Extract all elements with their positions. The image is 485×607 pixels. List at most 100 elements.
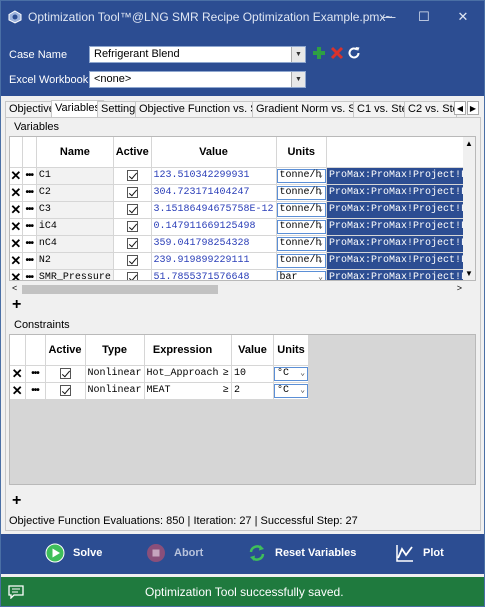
reset-variables-button[interactable]: Reset Variables (247, 543, 356, 563)
more-options-icon[interactable]: ••• (22, 252, 37, 270)
constraint-expression[interactable]: Hot_Approach (144, 365, 221, 383)
tab-scroll-right-icon[interactable]: ▶ (467, 101, 479, 115)
checkbox-checked[interactable] (126, 204, 138, 216)
checkbox-checked[interactable] (126, 255, 138, 267)
variable-row[interactable]: ✕ ••• C1 123.510342299931 tonne/h ⌄ ProMax:Pro… (10, 167, 475, 185)
constraint-units-select[interactable]: °C ⌄ (273, 382, 310, 400)
chevron-down-icon[interactable]: ⌄ (300, 368, 305, 378)
variable-row[interactable]: ✕ ••• SMR_Pressure 51.7855371576648 bar ⌄ ProM… (10, 269, 475, 281)
column-header-expression[interactable]: Expression (144, 335, 221, 366)
constraint-value[interactable]: 2 (231, 382, 275, 400)
column-header-type[interactable]: Type (85, 335, 145, 366)
solve-button[interactable]: Solve (45, 543, 102, 563)
scroll-left-icon[interactable]: < (12, 283, 17, 293)
variable-units-select[interactable]: tonne/h ⌄ (276, 218, 327, 236)
minimize-button[interactable]: — (371, 1, 407, 32)
variable-units-select[interactable]: tonne/h ⌄ (276, 252, 327, 270)
column-header-value[interactable]: Value (151, 137, 277, 168)
constraint-type[interactable]: Nonlinear (85, 365, 145, 383)
variable-row[interactable]: ✕ ••• C2 304.723171404247 tonne/h ⌄ ProMax:Pro… (10, 184, 475, 202)
constraint-value[interactable]: 10 (231, 365, 275, 383)
variable-row[interactable]: ✕ ••• nC4 359.041798254328 tonne/h ⌄ ProMax:Pr… (10, 235, 475, 253)
variable-units-select[interactable]: tonne/h ⌄ (276, 184, 327, 202)
constraint-active-checkbox[interactable] (45, 365, 86, 383)
add-variable-button[interactable]: + (12, 296, 21, 314)
checkbox-checked[interactable] (126, 221, 138, 233)
refresh-icon[interactable] (347, 46, 361, 60)
excel-workbook-combo[interactable]: <none> ▼ (89, 71, 306, 88)
delete-row-icon[interactable]: ✕ (10, 269, 23, 280)
case-name-combo[interactable]: Refrigerant Blend ▼ (89, 46, 306, 63)
constraint-row[interactable]: ✕ ••• Nonlinear MEAT ≥2 °C ⌄ (10, 382, 310, 400)
chevron-down-icon[interactable]: ⌄ (318, 187, 323, 197)
variable-row[interactable]: ✕ ••• N2 239.919899229111 tonne/h ⌄ ProMax:Pro… (10, 252, 475, 270)
chevron-down-icon[interactable]: ⌄ (300, 385, 305, 395)
variable-active-checkbox[interactable] (113, 201, 152, 219)
column-header-active[interactable]: Active (45, 335, 86, 366)
delete-case-icon[interactable] (330, 46, 344, 60)
chevron-down-icon[interactable]: ▼ (291, 72, 305, 87)
tab-c2-vs-step[interactable]: C2 vs. Step (404, 101, 457, 117)
delete-row-icon[interactable]: ✕ (10, 201, 23, 219)
variable-active-checkbox[interactable] (113, 252, 152, 270)
variable-value[interactable]: 3.15186494675758E-12 (151, 201, 277, 219)
add-constraint-button[interactable]: + (12, 492, 21, 510)
scroll-right-icon[interactable]: > (457, 283, 462, 293)
variable-value[interactable]: 359.041798254328 (151, 235, 277, 253)
variable-active-checkbox[interactable] (113, 269, 152, 280)
checkbox-checked[interactable] (126, 170, 138, 182)
scrollbar-thumb[interactable] (22, 285, 218, 294)
variable-units-select[interactable]: tonne/h ⌄ (276, 201, 327, 219)
variable-units-select[interactable]: bar ⌄ (276, 269, 327, 281)
variable-value[interactable]: 51.7855371576648 (151, 269, 277, 280)
variable-units-select[interactable]: tonne/h ⌄ (276, 167, 327, 185)
more-options-icon[interactable]: ••• (25, 382, 46, 400)
more-options-icon[interactable]: ••• (22, 167, 37, 185)
checkbox-checked[interactable] (59, 368, 71, 380)
more-options-icon[interactable]: ••• (22, 235, 37, 253)
chevron-down-icon[interactable]: ▼ (291, 47, 305, 62)
checkbox-checked[interactable] (126, 272, 138, 280)
variable-value[interactable]: 123.510342299931 (151, 167, 277, 185)
delete-row-icon[interactable]: ✕ (10, 184, 23, 202)
column-header-value[interactable]: Value (231, 335, 275, 366)
more-options-icon[interactable]: ••• (25, 365, 46, 383)
more-options-icon[interactable]: ••• (22, 184, 37, 202)
delete-row-icon[interactable]: ✕ (10, 167, 23, 185)
more-options-icon[interactable]: ••• (22, 201, 37, 219)
chevron-down-icon[interactable]: ⌄ (318, 204, 323, 214)
scroll-down-icon[interactable]: ▼ (465, 269, 473, 278)
variables-vertical-scrollbar[interactable]: ▲ ▼ (463, 137, 475, 280)
variable-active-checkbox[interactable] (113, 167, 152, 185)
variable-units-select[interactable]: tonne/h ⌄ (276, 235, 327, 253)
variable-value[interactable]: 304.723171404247 (151, 184, 277, 202)
delete-row-icon[interactable]: ✕ (10, 235, 23, 253)
delete-row-icon[interactable]: ✕ (10, 382, 26, 400)
plot-button[interactable]: Plot (395, 543, 444, 563)
chevron-down-icon[interactable]: ⌄ (318, 221, 323, 231)
constraint-units-select[interactable]: °C ⌄ (273, 365, 310, 383)
tab-scroll-left-icon[interactable]: ◀ (454, 101, 466, 115)
variables-horizontal-scrollbar[interactable]: < > (10, 282, 476, 296)
constraint-active-checkbox[interactable] (45, 382, 86, 400)
variable-active-checkbox[interactable] (113, 218, 152, 236)
abort-button[interactable]: Abort (146, 543, 203, 563)
scroll-up-icon[interactable]: ▲ (465, 139, 473, 148)
constraint-expression[interactable]: MEAT (144, 382, 221, 400)
close-button[interactable]: ✕ (445, 1, 481, 32)
more-options-icon[interactable]: ••• (22, 269, 37, 280)
delete-row-icon[interactable]: ✕ (10, 252, 23, 270)
variable-row[interactable]: ✕ ••• iC4 0.147911669125498 tonne/h ⌄ ProMax:P… (10, 218, 475, 236)
chevron-down-icon[interactable]: ⌄ (318, 255, 323, 265)
maximize-button[interactable]: ☐ (406, 1, 442, 32)
variable-value[interactable]: 239.919899229111 (151, 252, 277, 270)
checkbox-checked[interactable] (126, 238, 138, 250)
variable-active-checkbox[interactable] (113, 184, 152, 202)
variable-value[interactable]: 0.147911669125498 (151, 218, 277, 236)
chevron-down-icon[interactable]: ⌄ (318, 170, 323, 180)
constraint-row[interactable]: ✕ ••• Nonlinear Hot_Approach ≥10 °C ⌄ (10, 365, 310, 383)
add-case-icon[interactable] (312, 46, 326, 60)
variable-row[interactable]: ✕ ••• C3 3.15186494675758E-12 tonne/h ⌄ ProMax… (10, 201, 475, 219)
column-header-units[interactable]: Units (273, 335, 310, 366)
chevron-down-icon[interactable]: ⌄ (318, 272, 323, 281)
